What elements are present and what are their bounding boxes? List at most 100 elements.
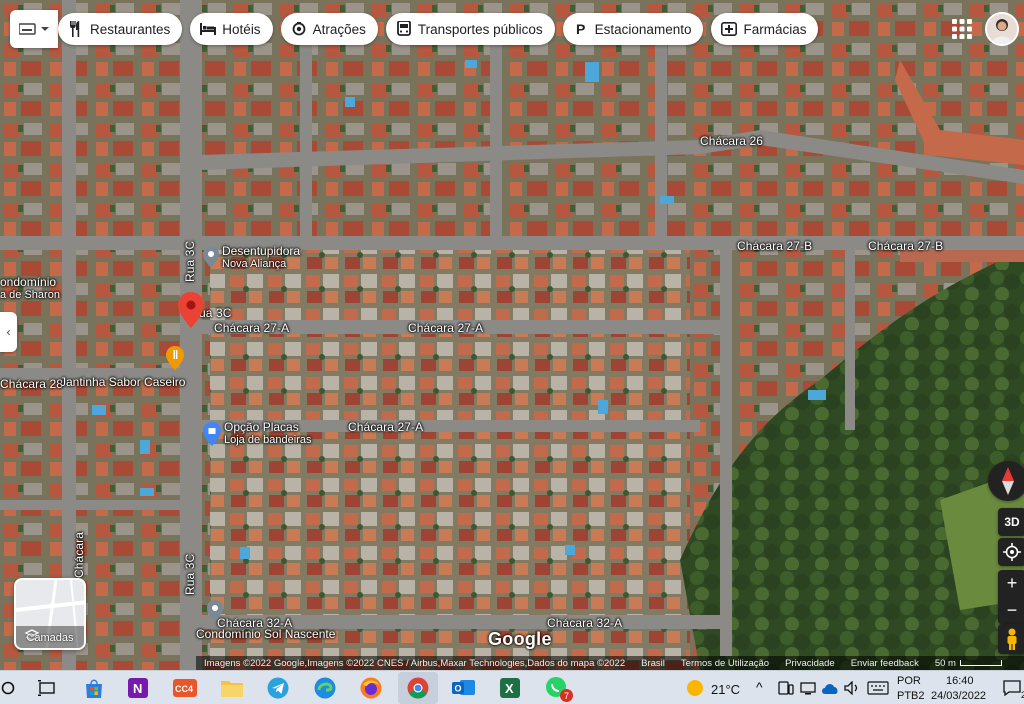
map-attribution-bar: Imagens ©2022 Google,Imagens ©2022 CNES … [196, 656, 1024, 670]
street-label: Rua 3C [183, 553, 197, 595]
street-label: Chácara [72, 531, 86, 578]
microsoft-store-icon[interactable] [82, 676, 106, 700]
place-name: Opção Placas [224, 420, 299, 434]
clock-date[interactable]: 24/03/2022 [931, 690, 986, 702]
category-chip-bar: Restaurantes Hotéis Atrações Transportes… [58, 13, 819, 45]
street-label: Rua 3C [183, 240, 197, 282]
chip-label: Estacionamento [594, 21, 692, 37]
street-label: Chácara 28 [0, 377, 64, 391]
zoom-control: + − [998, 570, 1024, 624]
edge-browser-icon[interactable] [313, 676, 337, 700]
svg-text:O: O [455, 684, 462, 694]
bus-icon [396, 21, 412, 37]
chip-farmacias[interactable]: Farmácias [711, 13, 819, 45]
weather-sun-icon[interactable] [683, 676, 707, 700]
bed-icon [200, 21, 217, 37]
avatar[interactable] [985, 12, 1019, 46]
chip-label: Farmácias [743, 21, 807, 37]
chip-label: Atrações [312, 21, 366, 37]
onenote-icon[interactable]: N [126, 676, 150, 700]
cc-app-icon[interactable]: CC4 [173, 676, 197, 700]
input-language[interactable]: POR [897, 675, 921, 687]
map-mode-button[interactable] [10, 10, 58, 48]
place-name: Nova Aliança [222, 258, 287, 270]
scale-label[interactable]: 50 m [927, 658, 964, 669]
chip-hoteis[interactable]: Hotéis [190, 13, 273, 45]
street-label: Chácara 26 [700, 134, 764, 148]
keyboard-icon[interactable] [866, 676, 890, 700]
weather-temperature[interactable]: 21°C [711, 682, 740, 697]
zoom-in-button[interactable]: + [998, 570, 1024, 597]
firefox-icon[interactable] [359, 676, 383, 700]
whatsapp-unread-badge: 7 [560, 689, 573, 702]
zoom-out-button[interactable]: − [998, 597, 1024, 624]
map-imagery [0, 0, 1024, 670]
task-view-icon[interactable] [35, 676, 59, 700]
chip-estacionamento[interactable]: P Estacionamento [562, 13, 704, 45]
devices-icon[interactable] [774, 676, 798, 700]
svg-text:X: X [505, 681, 514, 696]
telegram-icon[interactable] [266, 676, 290, 700]
outlook-icon[interactable]: O [452, 676, 476, 700]
toggle-3d-button[interactable]: 3D [998, 508, 1024, 536]
terms-link[interactable]: Termos de Utilização [673, 658, 777, 669]
place-label-opcao-placas[interactable]: Opção Placas Loja de bandeiras [224, 421, 311, 447]
camera-icon [291, 21, 307, 37]
layers-button[interactable]: Camadas [14, 578, 86, 650]
pegman-icon [1007, 628, 1017, 650]
place-category: Loja de bandeiras [224, 434, 312, 446]
satellite-map[interactable]: Chácara 26 Chácara 27-B Chácara 27-B Chá… [0, 0, 1024, 670]
excel-icon[interactable]: X [498, 676, 522, 700]
street-label: Chácara 27-B [737, 239, 813, 253]
svg-text:N: N [133, 681, 142, 696]
clock-time[interactable]: 16:40 [946, 675, 974, 687]
chip-transportes[interactable]: Transportes públicos [385, 13, 555, 45]
whatsapp-icon[interactable]: 7 [545, 676, 573, 702]
place-pin-icon[interactable] [207, 600, 223, 622]
apps-grid-icon[interactable] [951, 18, 973, 40]
chip-label: Restaurantes [90, 21, 171, 37]
place-name: a de Sharon [0, 289, 60, 301]
imagery-credit: Imagens ©2022 Google,Imagens ©2022 CNES … [204, 657, 626, 669]
chevron-up-icon[interactable]: ^ [756, 679, 763, 695]
volume-icon[interactable] [840, 676, 864, 700]
pharmacy-icon [721, 21, 738, 37]
layers-label: Camadas [26, 632, 74, 644]
street-view-pegman-button[interactable] [998, 624, 1024, 654]
search-circle-icon[interactable] [0, 676, 20, 700]
chip-atracoes[interactable]: Atrações [280, 13, 378, 45]
country-label: Brasil [641, 657, 665, 669]
fork-knife-icon [68, 21, 84, 37]
selected-location-pin-icon[interactable] [178, 292, 204, 328]
privacy-link[interactable]: Privacidade [777, 658, 843, 669]
collapse-side-panel-button[interactable]: ‹ [0, 312, 17, 352]
restaurant-pin-icon[interactable] [166, 346, 184, 370]
chip-label: Hotéis [222, 21, 261, 37]
place-label-sol-nascente[interactable]: Condomínio Sol Nascente [196, 628, 335, 641]
user-avatar-icon [987, 14, 1017, 44]
send-feedback-link[interactable]: Enviar feedback [843, 658, 927, 669]
place-label-condominio-sharon[interactable]: ondomínio a de Sharon [0, 276, 60, 302]
street-label: Chácara 27-A [348, 420, 424, 434]
keyboard-dropdown-icon [19, 23, 49, 35]
street-label: Chácara 27-B [868, 239, 944, 253]
place-name: ondomínio [0, 275, 57, 289]
windows-taskbar: N CC4 O X 7 21°C ^ POR PTB2 16:40 24/03/… [0, 670, 1024, 704]
my-location-button[interactable] [998, 538, 1024, 566]
scale-bar [959, 660, 1002, 666]
chip-restaurantes[interactable]: Restaurantes [58, 13, 183, 45]
keyboard-layout[interactable]: PTB2 [897, 690, 925, 702]
chrome-icon[interactable] [406, 676, 430, 700]
notification-center-icon[interactable]: 2 [1000, 676, 1024, 700]
compass-button[interactable] [988, 461, 1024, 501]
shopping-pin-icon[interactable] [203, 422, 221, 446]
place-pin-icon[interactable] [203, 246, 219, 268]
street-label: Chácara 27-A [408, 321, 484, 335]
onedrive-cloud-icon[interactable] [818, 676, 842, 700]
screen-icon[interactable] [796, 676, 820, 700]
place-label-jantinha[interactable]: Jantinha Sabor Caseiro [60, 376, 185, 389]
place-label-desentupidora[interactable]: Desentupidora Nova Aliança [222, 245, 300, 271]
street-label: Chácara 27-A [214, 321, 290, 335]
file-explorer-icon[interactable] [220, 676, 244, 700]
svg-text:CC4: CC4 [175, 684, 193, 694]
